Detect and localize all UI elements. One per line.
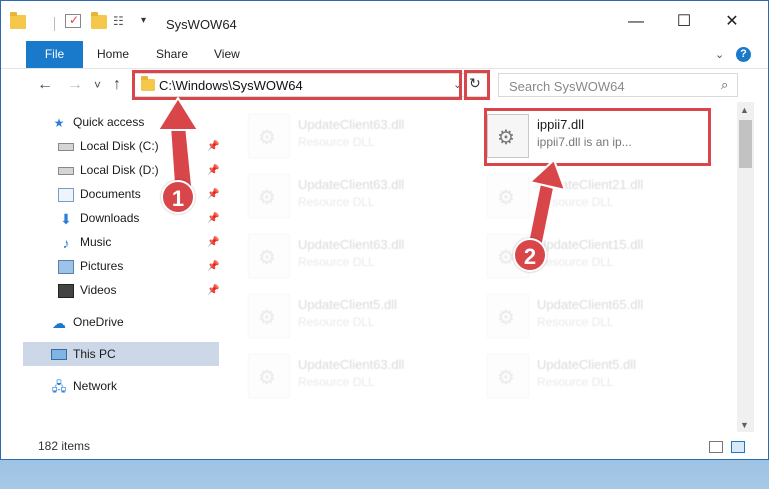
list-item[interactable]: UpdateClient21.dll Resource DLL: [487, 170, 707, 224]
customize-icon[interactable]: ☷: [113, 14, 129, 28]
dll-file-icon: [487, 354, 529, 398]
pin-icon[interactable]: 📌: [207, 213, 219, 224]
chevron-down-icon[interactable]: ⌄: [715, 48, 724, 61]
pin-icon[interactable]: 📌: [207, 141, 219, 152]
folder-icon: [10, 12, 26, 29]
up-button[interactable]: ↑: [113, 76, 121, 94]
documents-icon: [58, 187, 74, 202]
list-item[interactable]: UpdateClient63.dll Resource DLL: [248, 110, 468, 164]
network-icon: 🖧: [51, 378, 67, 394]
sidebar-item-network[interactable]: 🖧 Network: [51, 374, 117, 398]
download-icon: ⬇: [60, 210, 72, 227]
sidebar-item-music[interactable]: ♪ Music: [58, 230, 112, 254]
drive-icon: [58, 142, 74, 151]
close-button[interactable]: ✕: [709, 9, 755, 37]
music-icon: ♪: [62, 234, 70, 251]
recent-locations-button[interactable]: ˅: [94, 78, 101, 92]
item-count: 182 items: [38, 439, 91, 453]
file-highlight: [484, 108, 711, 166]
star-icon: ★: [53, 115, 65, 130]
properties-icon[interactable]: ✓: [65, 13, 81, 28]
maximize-button[interactable]: ☐: [661, 9, 707, 37]
tab-home[interactable]: Home: [97, 41, 129, 68]
explorer-window: ✓ ☷ ▾ SysWOW64 — ☐ ✕ File Home Share Vie…: [0, 0, 769, 460]
tab-share[interactable]: Share: [156, 41, 188, 68]
scrollbar-thumb[interactable]: [739, 120, 752, 168]
scroll-down-icon[interactable]: ▼: [740, 420, 749, 430]
list-item[interactable]: UpdateClient5.dll Resource DLL: [487, 350, 707, 404]
sidebar-item-downloads[interactable]: ⬇ Downloads: [58, 206, 139, 230]
tab-file[interactable]: File: [26, 41, 83, 68]
search-input[interactable]: Search SysWOW64 ⌕: [498, 73, 738, 97]
callout-badge-1: 1: [161, 180, 195, 214]
navigation-bar: ← → ˅ ↑ C:\Windows\SysWOW64 ⌄ ↻ Search S…: [1, 68, 768, 102]
sidebar-item-videos[interactable]: Videos: [58, 278, 116, 302]
sidebar-item-this-pc[interactable]: This PC: [51, 342, 116, 366]
cloud-icon: ☁: [52, 314, 66, 331]
callout-badge-2: 2: [513, 238, 547, 272]
title-bar: ✓ ☷ ▾ SysWOW64 — ☐ ✕: [1, 1, 768, 41]
minimize-button[interactable]: —: [613, 9, 659, 37]
new-folder-icon[interactable]: [91, 12, 107, 29]
sidebar-item-documents[interactable]: Documents: [58, 182, 141, 206]
videos-icon: [58, 283, 74, 298]
list-item[interactable]: UpdateClient65.dll Resource DLL: [487, 290, 707, 344]
divider: [54, 17, 55, 31]
pin-icon[interactable]: 📌: [207, 189, 219, 200]
list-item[interactable]: UpdateClient63.dll Resource DLL: [248, 170, 468, 224]
pictures-icon: [58, 259, 74, 274]
status-bar: 182 items: [1, 432, 768, 459]
dll-file-icon: [487, 294, 529, 338]
sidebar-item-local-disk-d[interactable]: Local Disk (D:): [58, 158, 159, 182]
drive-icon: [58, 166, 74, 175]
help-icon[interactable]: ?: [736, 47, 751, 62]
dll-file-icon: [248, 354, 290, 398]
dll-file-icon: [248, 114, 290, 158]
search-icon[interactable]: ⌕: [721, 77, 728, 93]
dll-file-icon: [487, 174, 529, 218]
details-view-icon[interactable]: [709, 441, 723, 453]
dll-file-icon: [248, 234, 290, 278]
forward-button[interactable]: →: [67, 76, 83, 94]
list-item[interactable]: UpdateClient63.dll Resource DLL: [248, 350, 468, 404]
sidebar-item-pictures[interactable]: Pictures: [58, 254, 123, 278]
tab-view[interactable]: View: [214, 41, 240, 68]
sidebar-item-onedrive[interactable]: ☁ OneDrive: [51, 310, 124, 334]
sidebar-item-quick-access[interactable]: ★ Quick access: [51, 110, 145, 134]
pin-icon[interactable]: 📌: [207, 261, 219, 272]
back-button[interactable]: ←: [37, 76, 53, 94]
ribbon-tabs: File Home Share View ⌄ ?: [1, 41, 768, 68]
search-placeholder: Search SysWOW64: [509, 79, 625, 94]
large-icons-view-icon[interactable]: [731, 441, 745, 453]
address-highlight: [132, 70, 462, 100]
dll-file-icon: [248, 174, 290, 218]
pin-icon[interactable]: 📌: [207, 165, 219, 176]
vertical-scrollbar[interactable]: ▲ ▼: [737, 102, 754, 432]
quick-access-dropdown-icon[interactable]: ▾: [141, 15, 157, 29]
list-item[interactable]: UpdateClient5.dll Resource DLL: [248, 290, 468, 344]
list-item[interactable]: UpdateClient63.dll Resource DLL: [248, 230, 468, 284]
navigation-pane: ★ Quick access Local Disk (C:) 📌 Local Di…: [1, 102, 223, 432]
file-list: UpdateClient63.dll Resource DLL UpdateCl…: [223, 102, 737, 432]
window-title: SysWOW64: [166, 17, 237, 32]
sidebar-item-local-disk-c[interactable]: Local Disk (C:): [58, 134, 159, 158]
pin-icon[interactable]: 📌: [207, 285, 219, 296]
scroll-up-icon[interactable]: ▲: [740, 105, 749, 115]
pin-icon[interactable]: 📌: [207, 237, 219, 248]
dll-file-icon: [248, 294, 290, 338]
refresh-highlight: [464, 70, 490, 100]
computer-icon: [51, 349, 67, 361]
